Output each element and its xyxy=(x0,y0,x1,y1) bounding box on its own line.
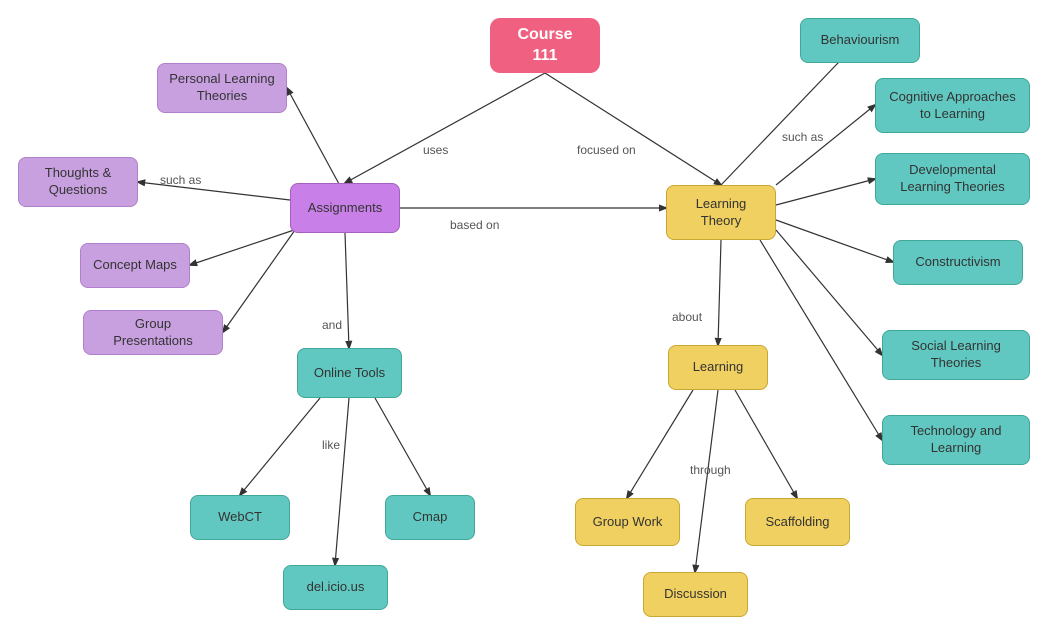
cognitive-approaches-node: Cognitive Approaches to Learning xyxy=(875,78,1030,133)
constructivism-node: Constructivism xyxy=(893,240,1023,285)
like-label: like xyxy=(322,438,340,452)
thoughts-questions-node: Thoughts & Questions xyxy=(18,157,138,207)
webct-node: WebCT xyxy=(190,495,290,540)
such-as-learning-label: such as xyxy=(782,130,823,144)
online-tools-node: Online Tools xyxy=(297,348,402,398)
group-work-node: Group Work xyxy=(575,498,680,546)
focused-on-label: focused on xyxy=(577,143,636,157)
through-label: through xyxy=(690,463,731,477)
learning-node: Learning xyxy=(668,345,768,390)
learning-theory-node: Learning Theory xyxy=(666,185,776,240)
technology-learning-node: Technology and Learning xyxy=(882,415,1030,465)
scaffolding-node: Scaffolding xyxy=(745,498,850,546)
about-label: about xyxy=(672,310,702,324)
uses-label: uses xyxy=(423,143,448,157)
concept-maps-node: Concept Maps xyxy=(80,243,190,288)
delicious-node: del.icio.us xyxy=(283,565,388,610)
assignments-node: Assignments xyxy=(290,183,400,233)
course-node: Course 111 xyxy=(490,18,600,73)
discussion-node: Discussion xyxy=(643,572,748,617)
and-label: and xyxy=(322,318,342,332)
personal-learning-node: Personal Learning Theories xyxy=(157,63,287,113)
such-as-assignments-label: such as xyxy=(160,173,201,187)
mind-map-diagram: Course 111 Personal Learning Theories Th… xyxy=(0,0,1048,634)
group-presentations-node: Group Presentations xyxy=(83,310,223,355)
social-learning-node: Social Learning Theories xyxy=(882,330,1030,380)
cmap-node: Cmap xyxy=(385,495,475,540)
developmental-learning-node: Developmental Learning Theories xyxy=(875,153,1030,205)
based-on-label: based on xyxy=(450,218,499,232)
behaviourism-node: Behaviourism xyxy=(800,18,920,63)
